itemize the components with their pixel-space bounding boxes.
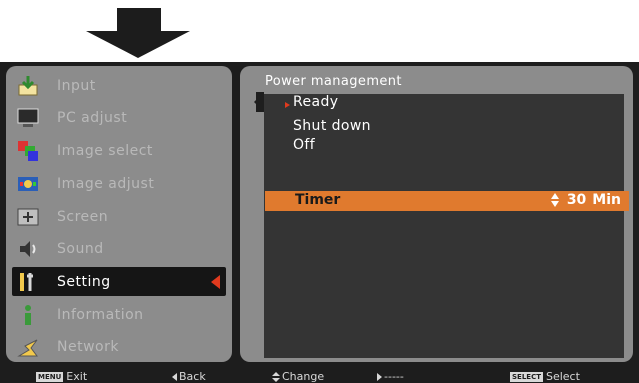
selected-marker-icon (285, 102, 290, 108)
menu-item-image-adjust[interactable]: Image adjust (12, 169, 226, 198)
menu-item-sound[interactable]: Sound (12, 234, 226, 263)
menu-item-network[interactable]: Network (12, 332, 226, 361)
option-shut-down[interactable]: Shut down (293, 118, 371, 134)
submenu-title: Power management (265, 74, 402, 89)
left-arrow-icon (172, 372, 177, 381)
menu-item-label: Network (57, 338, 119, 355)
submenu-back-tab[interactable] (254, 92, 264, 112)
image-adjust-icon (17, 173, 39, 195)
option-off[interactable]: Off (293, 137, 315, 153)
menu-item-image-select[interactable]: Image select (12, 136, 226, 165)
screen-icon (17, 206, 39, 228)
timer-number: 30 (566, 192, 587, 208)
main-menu-panel: Input PC adjust Image select Image adjus… (6, 66, 232, 362)
hint-next: ----- (377, 370, 404, 383)
timer-unit: Min (592, 192, 621, 208)
hint-change-label: Change (282, 370, 325, 383)
menu-item-label: Image adjust (57, 175, 155, 192)
menu-item-label: Sound (57, 240, 104, 257)
up-down-icon (272, 371, 280, 382)
option-ready[interactable]: Ready (293, 94, 338, 110)
hint-exit-label: Exit (66, 370, 88, 383)
hint-select: SELECT Select (510, 370, 580, 383)
menu-item-label: Image select (57, 142, 153, 159)
menu-item-input[interactable]: Input (12, 71, 226, 100)
up-down-icon (549, 193, 561, 207)
menu-item-label: Setting (57, 273, 111, 290)
input-icon (17, 75, 39, 97)
menu-item-setting[interactable]: Setting (12, 267, 226, 296)
setting-icon (17, 271, 39, 293)
chevron-left-icon (211, 274, 220, 289)
pc-adjust-icon (17, 107, 39, 129)
menu-item-information[interactable]: Information (12, 300, 226, 329)
sound-icon (17, 238, 39, 260)
network-icon (17, 336, 39, 358)
hint-select-label: Select (545, 370, 580, 383)
menu-item-label: Screen (57, 208, 109, 225)
menu-item-label: PC adjust (57, 109, 128, 126)
timer-label: Timer (295, 192, 341, 208)
down-arrow-icon (86, 8, 190, 58)
osd-menu: Input PC adjust Image select Image adjus… (0, 62, 639, 376)
timer-value[interactable]: 30 Min (549, 192, 621, 208)
hint-exit: MENU Exit (36, 370, 87, 383)
timer-row[interactable]: Timer 30 Min (265, 191, 629, 211)
hint-back-label: Back (179, 370, 206, 383)
menu-item-screen[interactable]: Screen (12, 202, 226, 231)
hint-back: Back (172, 370, 206, 383)
menu-item-pc-adjust[interactable]: PC adjust (12, 103, 226, 132)
menu-item-label: Information (57, 306, 144, 323)
right-arrow-icon (377, 372, 382, 381)
image-select-icon (17, 140, 39, 162)
submenu-panel: Power management Ready Shut down Off (240, 66, 633, 362)
hint-bar: MENU Exit Back Change ----- SELECT Selec… (0, 370, 639, 383)
select-key-icon: SELECT (510, 371, 543, 382)
menu-item-label: Input (57, 77, 96, 94)
menu-key-icon: MENU (36, 371, 64, 382)
hint-next-label: ----- (384, 370, 404, 383)
hint-change: Change (272, 370, 324, 383)
information-icon (17, 304, 39, 326)
